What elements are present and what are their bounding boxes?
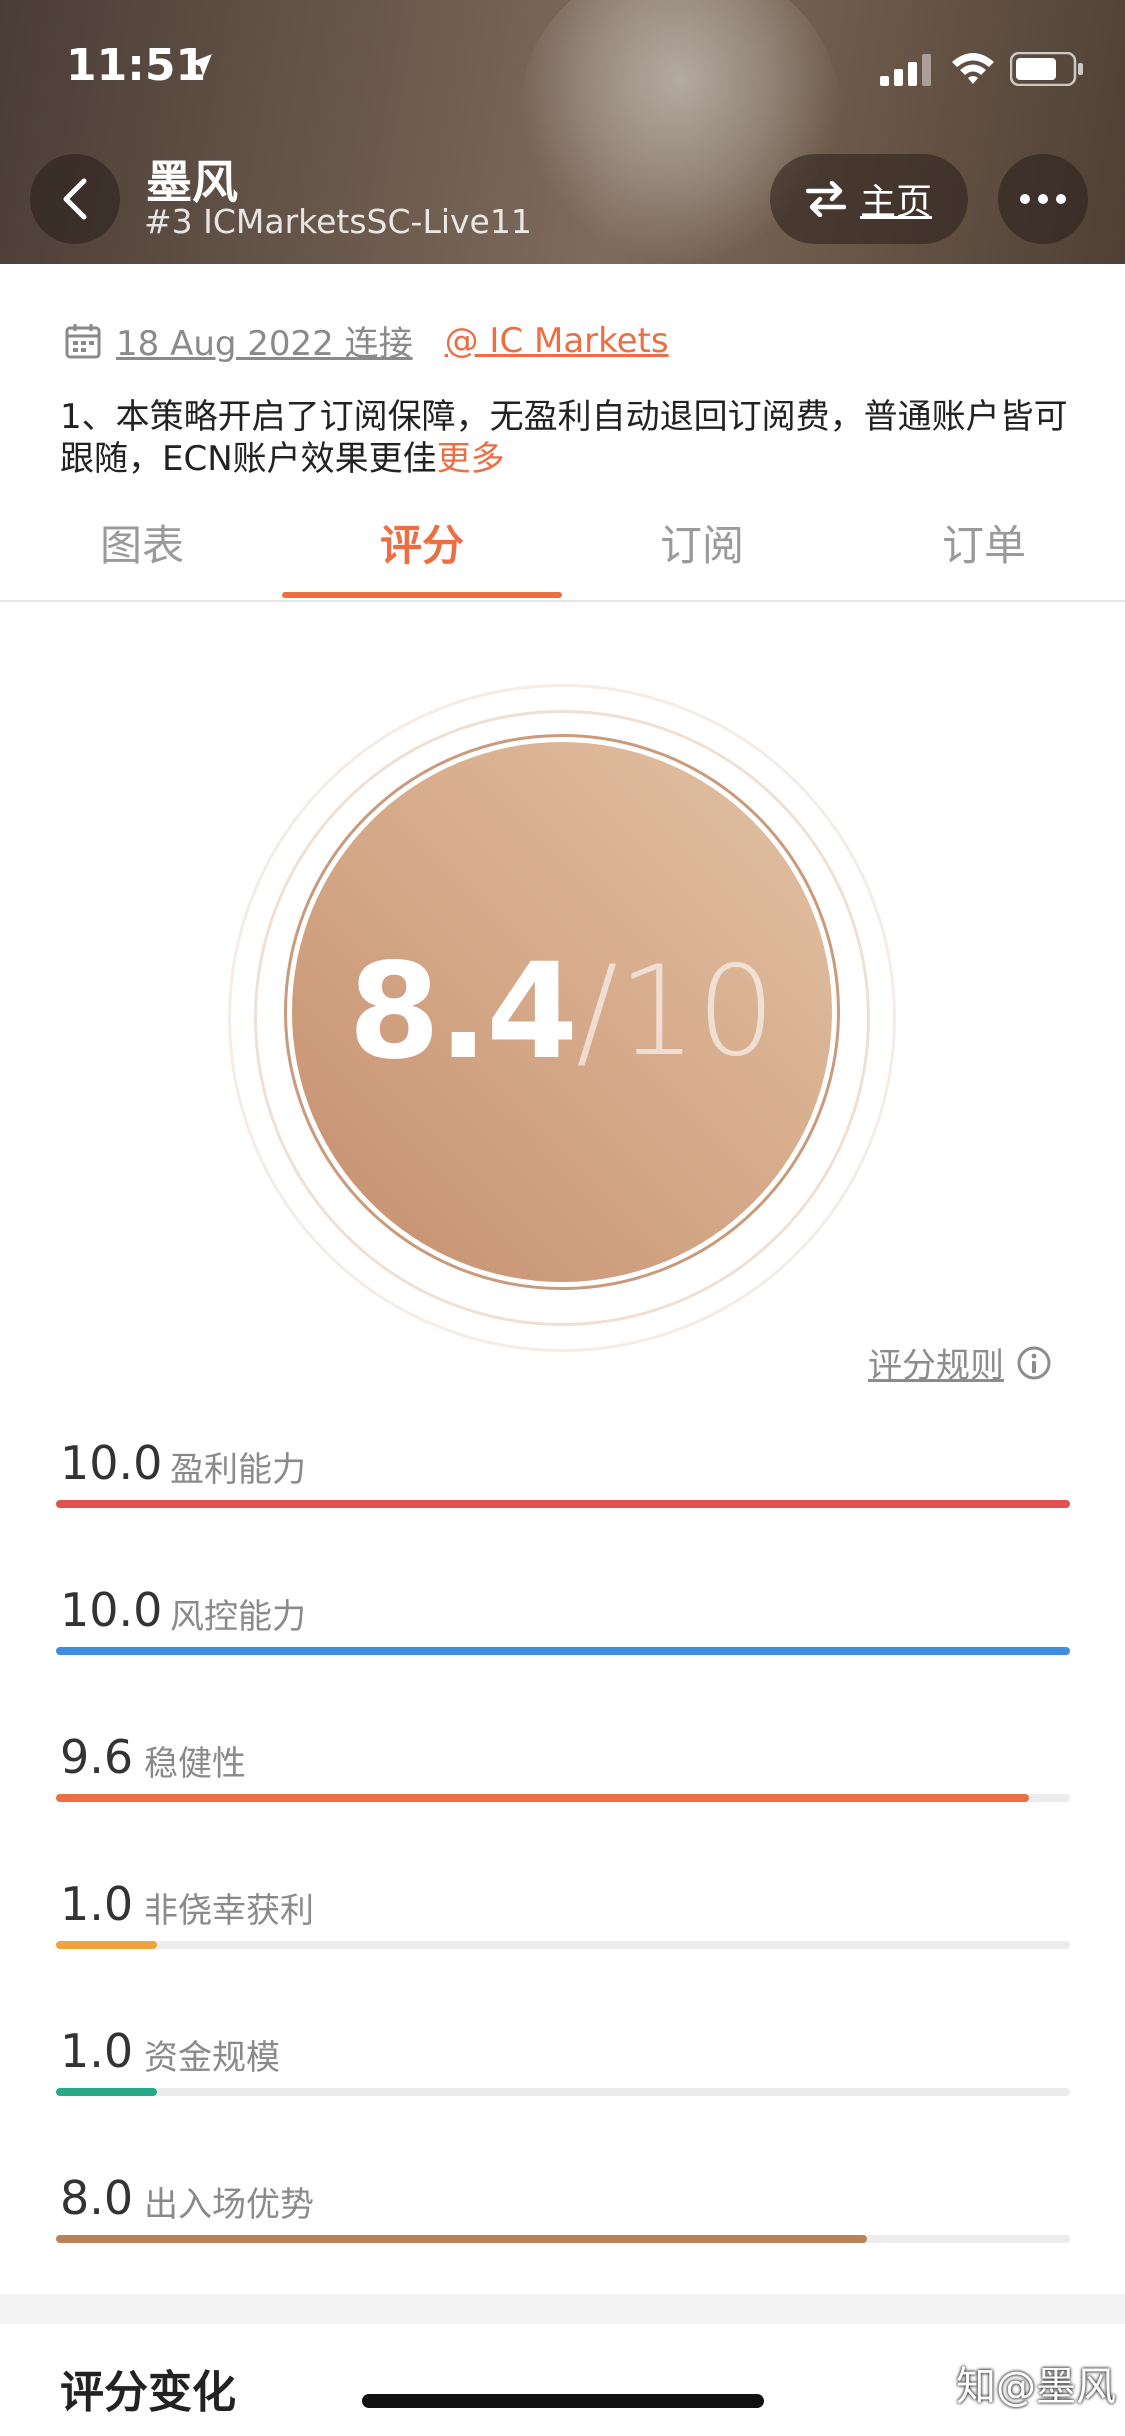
metric-value: 9.6 bbox=[60, 1730, 134, 1784]
tab-orders[interactable]: 订单 bbox=[844, 512, 1124, 573]
metric-bar-track bbox=[56, 1500, 1070, 1508]
metric-label: 风控能力 bbox=[170, 1597, 306, 1637]
metric-bar-track bbox=[56, 1647, 1070, 1655]
home-indicator[interactable] bbox=[362, 2394, 764, 2408]
metric-value: 1.0 bbox=[60, 1877, 134, 1931]
metric-risk-control: 10.0 风控能力 bbox=[56, 1583, 1070, 1679]
metric-value: 10.0 bbox=[60, 1583, 163, 1637]
section-divider bbox=[0, 2294, 1125, 2324]
metric-bar-fill bbox=[56, 1500, 1070, 1508]
more-options-button[interactable] bbox=[998, 154, 1088, 244]
back-button[interactable] bbox=[30, 154, 120, 244]
metric-label: 出入场优势 bbox=[144, 2185, 314, 2225]
tab-subscribe[interactable]: 订阅 bbox=[562, 512, 842, 573]
more-dots-icon bbox=[1020, 194, 1066, 204]
metric-profitability: 10.0 盈利能力 bbox=[56, 1436, 1070, 1532]
metric-bar-track bbox=[56, 2235, 1070, 2243]
metric-label: 非侥幸获利 bbox=[144, 1891, 314, 1931]
broker-link[interactable]: @ IC Markets bbox=[445, 321, 669, 361]
watermark: 知@墨风 bbox=[956, 2364, 1116, 2410]
metric-bar-fill bbox=[56, 2235, 868, 2243]
tab-chart[interactable]: 图表 bbox=[2, 512, 282, 573]
metric-label: 盈利能力 bbox=[170, 1450, 306, 1490]
info-icon bbox=[1017, 1346, 1051, 1379]
switch-arrows-icon bbox=[805, 181, 846, 217]
metric-bar-track bbox=[56, 1794, 1070, 1802]
info-row: 18 Aug 2022 连接 @ IC Markets bbox=[64, 316, 669, 365]
tab-score[interactable]: 评分 bbox=[282, 512, 562, 573]
description-text: 1、本策略开启了订阅保障，无盈利自动退回订阅费，普通账户皆可跟随，ECN账户效果… bbox=[60, 397, 1068, 479]
overall-score: 8.4/10 bbox=[292, 742, 832, 1282]
more-link[interactable]: 更多 bbox=[437, 439, 505, 479]
header-banner: 11:51 墨风 #3 ICMarketsSC-Live11 主页 bbox=[0, 0, 1125, 264]
metric-stability: 9.6 稳健性 bbox=[56, 1730, 1070, 1826]
score-max: /10 bbox=[576, 940, 776, 1084]
location-arrow-icon bbox=[190, 54, 212, 76]
active-tab-indicator bbox=[282, 592, 562, 598]
home-button[interactable]: 主页 bbox=[770, 154, 968, 244]
metric-non-luck-profit: 1.0 非侥幸获利 bbox=[56, 1877, 1070, 1973]
metric-bar-fill bbox=[56, 1794, 1030, 1802]
metric-value: 10.0 bbox=[60, 1436, 163, 1490]
metric-value: 1.0 bbox=[60, 2024, 134, 2078]
chevron-left-icon bbox=[63, 178, 87, 220]
strategy-description: 1、本策略开启了订阅保障，无盈利自动退回订阅费，普通账户皆可跟随，ECN账户效果… bbox=[60, 396, 1070, 480]
calendar-icon bbox=[65, 323, 101, 358]
metric-entry-exit-advantage: 8.0 出入场优势 bbox=[56, 2171, 1070, 2267]
score-history-title: 评分变化 bbox=[60, 2367, 236, 2418]
wifi-icon bbox=[952, 53, 994, 84]
metric-bar-fill bbox=[56, 2088, 158, 2096]
metric-bar-track bbox=[56, 1941, 1070, 1949]
score-value: 8.4 bbox=[348, 935, 578, 1089]
metric-fund-scale: 1.0 资金规模 bbox=[56, 2024, 1070, 2120]
status-time: 11:51 bbox=[66, 40, 207, 91]
score-rules-label: 评分规则 bbox=[868, 1346, 1004, 1386]
cellular-signal-icon bbox=[880, 54, 931, 86]
tab-bar: 图表 评分 订阅 订单 bbox=[0, 500, 1125, 602]
metric-bar-fill bbox=[56, 1647, 1070, 1655]
metric-value: 8.0 bbox=[60, 2171, 134, 2225]
metric-label: 稳健性 bbox=[144, 1744, 246, 1784]
status-bar: 11:51 bbox=[0, 0, 1125, 132]
metric-label: 资金规模 bbox=[144, 2038, 280, 2078]
metric-bar-track bbox=[56, 2088, 1070, 2096]
metric-bar-fill bbox=[56, 1941, 158, 1949]
connect-date-link[interactable]: 18 Aug 2022 连接 bbox=[116, 316, 413, 365]
account-id: #3 ICMarketsSC-Live11 bbox=[144, 202, 532, 241]
battery-icon bbox=[1010, 52, 1083, 86]
home-button-label: 主页 bbox=[859, 182, 932, 223]
score-rules-link[interactable]: 评分规则 bbox=[868, 1338, 1052, 1387]
